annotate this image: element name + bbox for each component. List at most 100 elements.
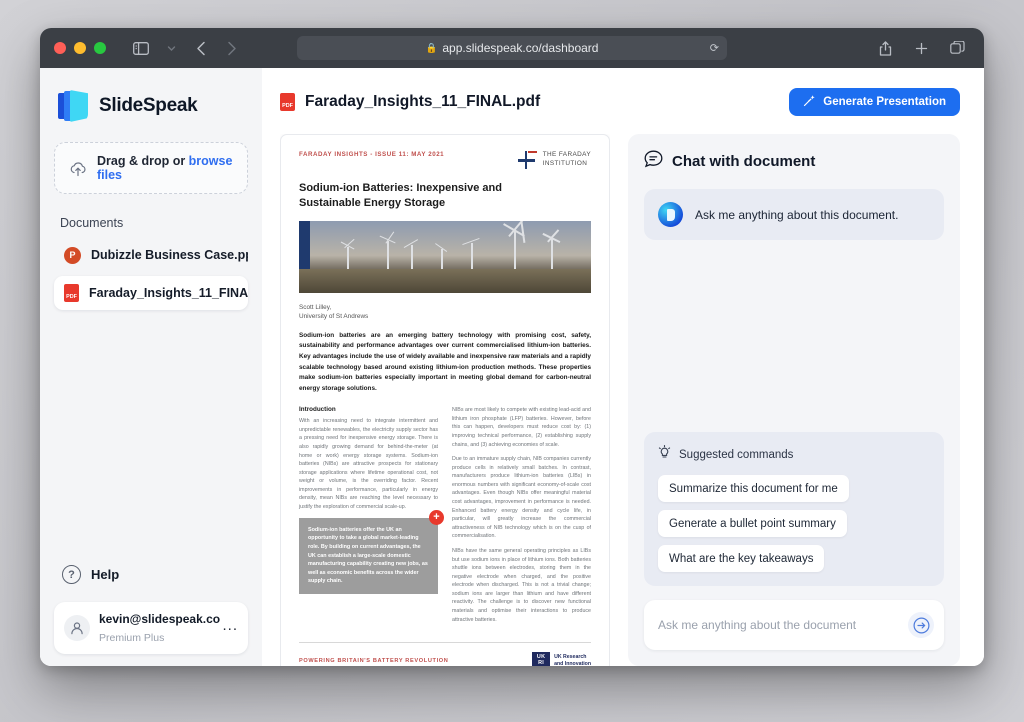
chat-title: Chat with document — [672, 153, 816, 170]
forward-arrow-icon[interactable] — [218, 36, 244, 60]
suggestion-chip-bullet-summary[interactable]: Generate a bullet point summary — [658, 510, 847, 537]
document-columns: Introduction With an increasing need to … — [299, 406, 591, 630]
chat-input[interactable] — [658, 618, 908, 632]
suggested-commands-header: Suggested commands — [658, 445, 930, 464]
question-mark-icon: ? — [62, 565, 81, 584]
footer-tagline: POWERING BRITAIN'S BATTERY REVOLUTION — [299, 658, 449, 665]
chat-header: Chat with document — [644, 150, 944, 173]
faraday-institution-logo: THE FARADAY INSTITUTION — [516, 151, 591, 169]
close-window-button[interactable] — [54, 42, 66, 54]
browser-window: 🔒 app.slidespeak.co/dashboard ⟳ SlideSpe… — [40, 28, 984, 666]
file-dropzone[interactable]: Drag & drop or browse files — [54, 142, 248, 194]
document-page-1: FARADAY INSIGHTS - ISSUE 11: MAY 2021 TH… — [280, 134, 610, 666]
author-name: Scott Lilley, — [299, 303, 332, 311]
callout-text: Sodium-ion batteries offer the UK an opp… — [308, 526, 428, 585]
main-header: PDF Faraday_Insights_11_FINAL.pdf Genera… — [280, 88, 960, 116]
right-paragraph-2: Due to an immature supply chain, NIB com… — [452, 456, 591, 540]
powerpoint-icon: P — [64, 246, 81, 264]
issue-line: FARADAY INSIGHTS - ISSUE 11: MAY 2021 — [299, 151, 445, 158]
sidebar-toggle-icon[interactable] — [128, 36, 154, 60]
address-bar-container: 🔒 app.slidespeak.co/dashboard ⟳ — [297, 36, 727, 60]
suggestion-chip-key-takeaways[interactable]: What are the key takeaways — [658, 545, 825, 572]
pull-quote-callout: + Sodium-ion batteries offer the UK an o… — [299, 509, 444, 595]
ukri-logo: UK RI UK Research and Innovation — [532, 652, 591, 666]
ukri-text-line1: UK Research — [554, 654, 587, 661]
url-text: app.slidespeak.co/dashboard — [442, 41, 599, 55]
chat-input-container[interactable] — [644, 600, 944, 650]
user-account-card[interactable]: kevin@slidespeak.co Premium Plus ... — [54, 602, 248, 654]
dropzone-label: Drag & drop or browse files — [97, 154, 233, 182]
minimize-window-button[interactable] — [74, 42, 86, 54]
assistant-avatar-icon — [658, 202, 683, 227]
generate-presentation-label: Generate Presentation — [823, 96, 946, 108]
plus-badge-icon: + — [429, 509, 444, 525]
introduction-heading: Introduction — [299, 406, 336, 414]
slidespeak-logo-icon — [58, 90, 88, 122]
maximize-window-button[interactable] — [94, 42, 106, 54]
address-bar[interactable]: 🔒 app.slidespeak.co/dashboard ⟳ — [297, 36, 727, 60]
reload-icon[interactable]: ⟳ — [710, 42, 719, 55]
browser-right-icons — [872, 36, 970, 60]
suggestion-chip-list: Summarize this document for me Generate … — [658, 475, 930, 572]
introduction-paragraph: With an increasing need to integrate int… — [299, 418, 438, 511]
document-abstract: Sodium-ion batteries are an emerging bat… — [299, 331, 591, 392]
user-menu-button[interactable]: ... — [222, 617, 238, 640]
user-info: kevin@slidespeak.co Premium Plus — [99, 610, 220, 646]
document-title: Sodium-ion Batteries: Inexpensive and Su… — [299, 182, 502, 209]
app-body: SlideSpeak Drag & drop or browse files D… — [40, 68, 984, 666]
right-column: NIBs are most likely to compete with exi… — [452, 406, 591, 630]
right-paragraph-3: NIBs have the same general operating pri… — [452, 547, 591, 623]
app-sidebar: SlideSpeak Drag & drop or browse files D… — [40, 68, 262, 666]
chat-bubble-icon — [644, 150, 663, 173]
back-arrow-icon[interactable] — [188, 36, 214, 60]
lightbulb-icon — [658, 445, 671, 464]
page-top: FARADAY INSIGHTS - ISSUE 11: MAY 2021 TH… — [299, 151, 591, 169]
share-icon[interactable] — [872, 36, 898, 60]
plus-icon[interactable] — [908, 36, 934, 60]
ukri-mark-icon: UK RI — [532, 652, 551, 666]
main-content: PDF Faraday_Insights_11_FINAL.pdf Genera… — [262, 68, 984, 666]
chevron-down-icon[interactable] — [158, 36, 184, 60]
ukri-text-line2: and Innovation — [554, 661, 591, 666]
page-footer: POWERING BRITAIN'S BATTERY REVOLUTION UK… — [299, 642, 591, 666]
help-label: Help — [91, 567, 120, 582]
window-controls[interactable] — [54, 42, 106, 54]
left-column: Introduction With an increasing need to … — [299, 406, 444, 630]
ukri-mark-line2: RI — [538, 660, 545, 666]
author-affiliation: University of St Andrews — [299, 313, 369, 321]
documents-section-label: Documents — [60, 216, 124, 230]
assistant-message: Ask me anything about this document. — [644, 189, 944, 240]
tab-overview-icon[interactable] — [944, 36, 970, 60]
brand-name: SlideSpeak — [99, 95, 198, 116]
pdf-icon: PDF — [280, 93, 295, 111]
faraday-cross-icon — [516, 151, 538, 169]
faraday-logo-line1: THE FARADAY — [542, 151, 591, 159]
document-author: Scott Lilley, University of St Andrews — [299, 303, 591, 322]
cloud-upload-icon — [69, 160, 87, 177]
assistant-message-text: Ask me anything about this document. — [695, 207, 899, 222]
document-list-item-pptx[interactable]: P Dubizzle Business Case.pptx — [54, 238, 248, 272]
document-list-item-pdf[interactable]: PDF Faraday_Insights_11_FINAL.... — [54, 276, 248, 310]
hero-image-wind-turbines — [299, 220, 591, 293]
user-email: kevin@slidespeak.co — [99, 612, 221, 626]
magic-wand-icon — [803, 94, 816, 110]
suggestion-chip-summarize[interactable]: Summarize this document for me — [658, 475, 849, 502]
send-message-button[interactable] — [908, 612, 934, 638]
browser-titlebar: 🔒 app.slidespeak.co/dashboard ⟳ — [40, 28, 984, 68]
faraday-logo-line2: INSTITUTION — [542, 160, 588, 167]
generate-presentation-button[interactable]: Generate Presentation — [789, 88, 960, 116]
faraday-logo-text: THE FARADAY INSTITUTION — [543, 151, 591, 168]
brand-logo[interactable]: SlideSpeak — [54, 86, 248, 122]
document-viewer[interactable]: FARADAY INSIGHTS - ISSUE 11: MAY 2021 TH… — [280, 134, 610, 666]
ukri-logo-text: UK Research and Innovation — [554, 654, 591, 666]
pdf-icon: PDF — [64, 284, 79, 302]
suggested-commands-panel: Suggested commands Summarize this docume… — [644, 432, 944, 586]
desktop-background: 🔒 app.slidespeak.co/dashboard ⟳ SlideSpe… — [0, 0, 1024, 722]
page-title: Faraday_Insights_11_FINAL.pdf — [305, 93, 541, 110]
content-area: FARADAY INSIGHTS - ISSUE 11: MAY 2021 TH… — [280, 134, 960, 666]
help-button[interactable]: ? Help — [54, 559, 248, 590]
right-paragraph-1: NIBs are most likely to compete with exi… — [452, 407, 591, 448]
lock-icon: 🔒 — [425, 42, 438, 54]
document-name: Faraday_Insights_11_FINAL.... — [89, 286, 248, 300]
sidebar-footer: ? Help kevin@slidespeak.co Premium Plus — [54, 559, 248, 654]
